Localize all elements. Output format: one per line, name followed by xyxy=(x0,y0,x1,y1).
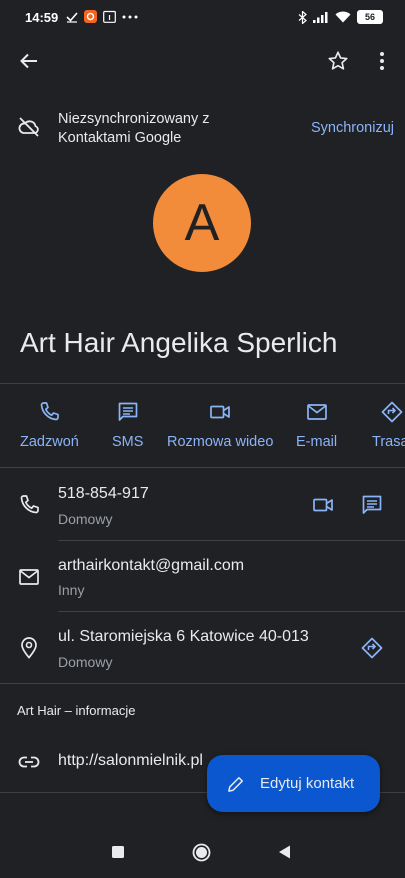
edit-contact-button[interactable]: Edytuj kontakt xyxy=(207,755,380,812)
website-link[interactable]: http://salonmielnik.pl xyxy=(58,752,203,770)
message-icon xyxy=(116,400,140,424)
address-type: Domowy xyxy=(58,654,113,670)
mail-icon xyxy=(305,400,329,424)
cloud-off-icon xyxy=(17,115,41,139)
more-vert-icon[interactable] xyxy=(366,45,398,77)
avatar: A xyxy=(153,174,251,272)
star-icon[interactable] xyxy=(322,45,354,77)
home-button[interactable] xyxy=(192,843,211,862)
phone-icon xyxy=(37,400,61,424)
email-type: Inny xyxy=(58,582,85,598)
app-notification-icon xyxy=(84,10,97,23)
sync-status-text: Niezsynchronizowany z Kontaktami Google xyxy=(58,111,210,146)
signal-icon xyxy=(313,11,329,23)
video-call-action-label: Rozmowa wideo xyxy=(167,434,274,450)
sms-action-button[interactable]: SMS xyxy=(112,400,143,450)
divider xyxy=(58,540,405,541)
email-action-button[interactable]: E-mail xyxy=(296,400,337,450)
more-notifications-icon xyxy=(122,15,138,19)
email-address[interactable]: arthairkontakt@gmail.com xyxy=(58,557,244,575)
phone-icon xyxy=(17,493,41,517)
edit-contact-label: Edytuj kontakt xyxy=(260,775,355,792)
directions-action-label: Trasa xyxy=(372,434,405,450)
message-icon[interactable] xyxy=(356,489,388,521)
videocam-icon xyxy=(208,400,232,424)
divider xyxy=(0,467,405,468)
recent-apps-button[interactable] xyxy=(112,846,124,858)
synchronize-button[interactable]: Synchronizuj xyxy=(311,120,394,136)
link-icon xyxy=(17,750,41,774)
location-pin-icon xyxy=(17,636,41,660)
email-action-label: E-mail xyxy=(296,434,338,450)
mail-icon xyxy=(17,565,41,589)
contact-name: Art Hair Angelika Sperlich xyxy=(20,327,338,358)
status-system-icons: 56 xyxy=(298,10,383,24)
videocam-icon[interactable] xyxy=(307,489,339,521)
bluetooth-icon xyxy=(298,10,307,24)
back-arrow-icon[interactable] xyxy=(13,45,45,77)
sms-action-label: SMS xyxy=(112,434,144,450)
battery-icon: 56 xyxy=(357,10,383,24)
status-notification-icons xyxy=(66,10,138,23)
check-icon xyxy=(66,11,78,23)
edit-pencil-icon xyxy=(226,774,246,794)
video-call-action-button[interactable]: Rozmowa wideo xyxy=(167,400,273,450)
back-nav-button[interactable] xyxy=(278,845,291,859)
about-section-title: Art Hair – informacje xyxy=(17,703,136,718)
call-action-label: Zadzwoń xyxy=(20,434,79,450)
directions-icon xyxy=(380,400,404,424)
wifi-icon xyxy=(335,11,351,23)
divider xyxy=(0,383,405,384)
call-action-button[interactable]: Zadzwoń xyxy=(20,400,79,450)
directions-action-button[interactable]: Trasa xyxy=(372,400,405,450)
directions-icon[interactable] xyxy=(356,632,388,664)
phone-type: Domowy xyxy=(58,511,113,527)
divider xyxy=(0,683,405,684)
address[interactable]: ul. Staromiejska 6 Katowice 40-013 xyxy=(58,628,309,646)
divider xyxy=(58,611,405,612)
calendar-icon xyxy=(103,10,116,23)
status-time: 14:59 xyxy=(25,10,59,25)
phone-number[interactable]: 518-854-917 xyxy=(58,485,149,503)
